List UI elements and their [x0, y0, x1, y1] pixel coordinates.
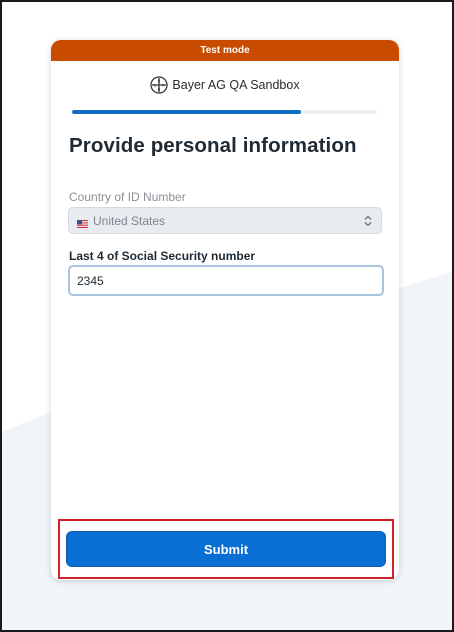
us-flag-icon [77, 217, 88, 228]
country-select[interactable]: United States [68, 207, 382, 234]
bayer-cross-logo-icon: B R B R [150, 76, 169, 94]
ssn-label: Last 4 of Social Security number [69, 249, 256, 263]
chevron-up-down-icon [363, 215, 373, 227]
ssn-last4-input[interactable] [68, 265, 384, 296]
country-label: Country of ID Number [69, 190, 186, 204]
page-title: Provide personal information [69, 134, 357, 157]
verification-card: Test mode B R B R Bayer AG QA Sandbox Pr… [51, 40, 399, 580]
progress-bar-fill [72, 110, 301, 114]
progress-bar [72, 110, 377, 114]
country-select-value: United States [93, 213, 166, 228]
brand-name: Bayer AG QA Sandbox [172, 78, 300, 92]
submit-button[interactable]: Submit [66, 531, 386, 567]
svg-text:R: R [158, 88, 161, 92]
test-mode-banner: Test mode [51, 40, 399, 61]
svg-text:B: B [158, 80, 161, 84]
brand-header: B R B R Bayer AG QA Sandbox [51, 76, 399, 94]
svg-text:R: R [162, 83, 165, 87]
browser-frame: Test mode B R B R Bayer AG QA Sandbox Pr… [0, 0, 454, 632]
